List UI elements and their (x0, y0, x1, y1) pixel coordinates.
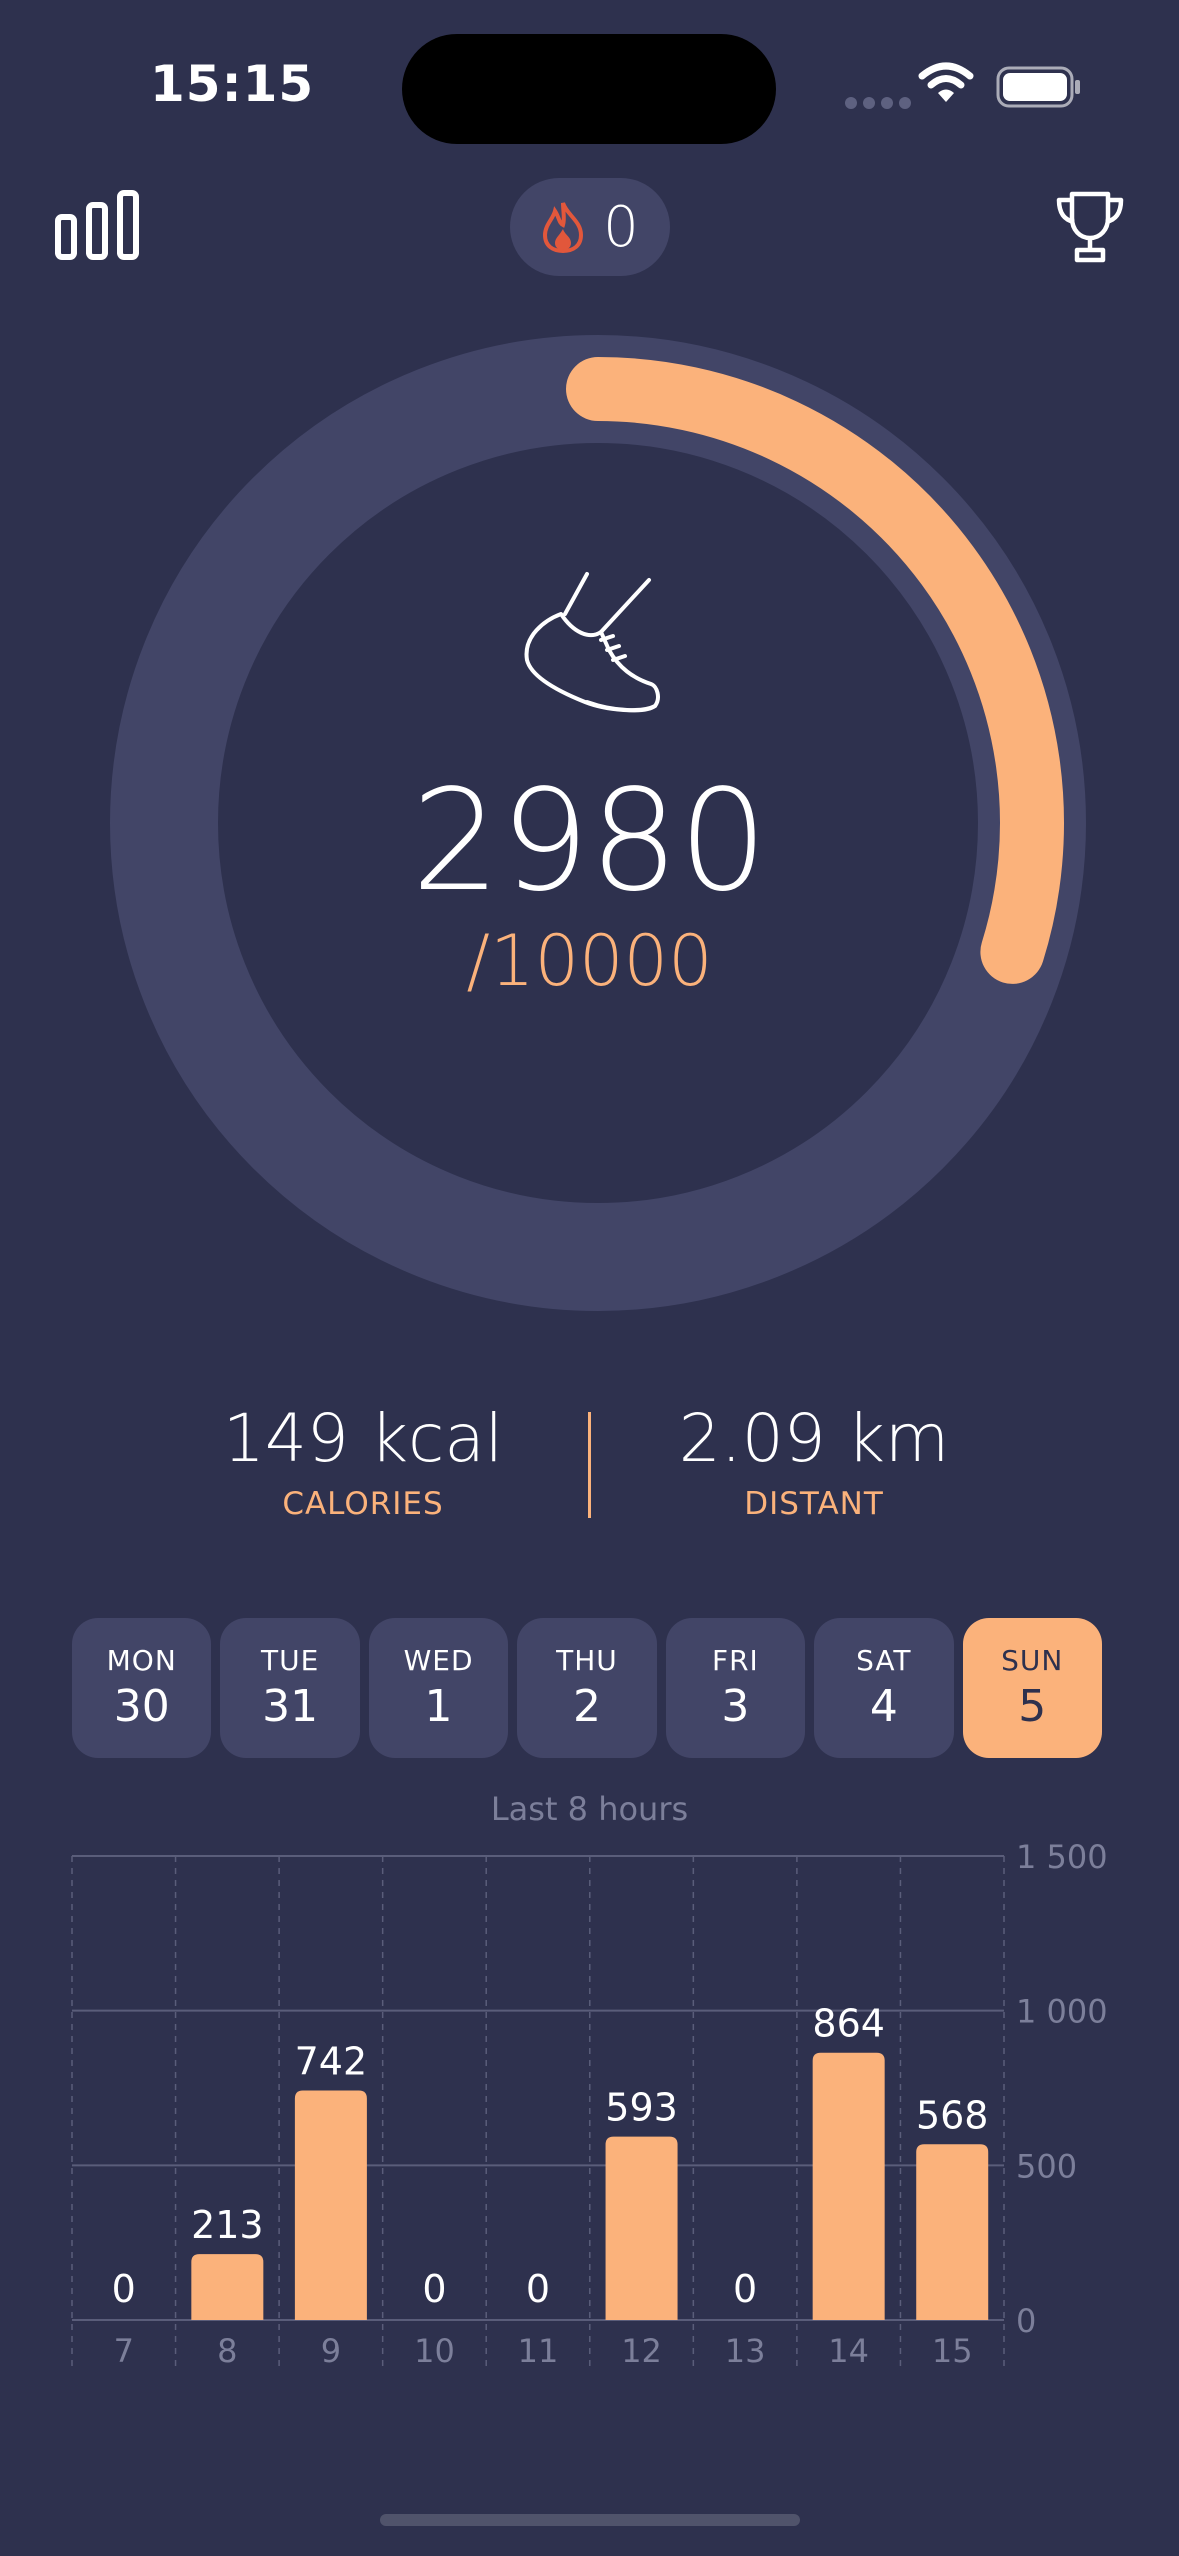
bar-value-label: 0 (422, 2267, 446, 2311)
x-tick-label: 9 (321, 2332, 341, 2370)
y-tick-label: 500 (1016, 2147, 1077, 2185)
x-tick-label: 14 (828, 2332, 869, 2370)
chart-bar (812, 2052, 885, 2320)
day-name: SAT (856, 1644, 912, 1677)
x-tick-label: 12 (621, 2332, 662, 2370)
chart-bar (191, 2254, 264, 2320)
day-tile-sun[interactable]: SUN 5 (962, 1618, 1102, 1758)
wifi-icon (918, 62, 974, 102)
day-tile-sat[interactable]: SAT 4 (814, 1618, 954, 1758)
home-indicator[interactable] (380, 2514, 800, 2526)
shoe-icon (524, 572, 660, 713)
chart-bar (294, 2090, 367, 2320)
day-tile-thu[interactable]: THU 2 (517, 1618, 657, 1758)
calories-label: CALORIES (282, 1486, 444, 1522)
bar-value-label: 213 (191, 2203, 264, 2247)
steps-goal: /10000 (466, 920, 713, 1002)
streak-count: 0 (603, 194, 639, 260)
y-tick-label: 0 (1016, 2302, 1036, 2340)
bar-value-label: 864 (812, 2002, 885, 2046)
bar-value-label: 0 (112, 2267, 136, 2311)
day-tile-mon[interactable]: MON 30 (72, 1618, 212, 1758)
day-name: THU (556, 1644, 618, 1677)
x-tick-label: 7 (114, 2332, 134, 2370)
stats-button[interactable] (55, 190, 139, 260)
x-tick-label: 15 (932, 2332, 973, 2370)
hourly-steps-chart: 0 500 1 000 1 500 0 7 213 8 742 9 0 10 0 11 593 12 0 13 86… (71, 1838, 1108, 2370)
chart-caption: Last 8 hours (490, 1790, 689, 1828)
y-tick-label: 1 000 (1016, 1993, 1108, 2031)
bar-value-label: 0 (733, 2267, 757, 2311)
day-number: 4 (869, 1681, 898, 1732)
day-name: WED (403, 1644, 474, 1677)
day-number: 2 (572, 1681, 601, 1732)
calories-value: 149 kcal (222, 1400, 504, 1477)
distance-label: DISTANT (744, 1486, 884, 1522)
status-time: 15:15 (150, 55, 315, 113)
day-number: 5 (1018, 1681, 1047, 1732)
battery-icon (996, 66, 1080, 108)
day-tile-fri[interactable]: FRI 3 (665, 1618, 806, 1758)
bar-value-label: 742 (295, 2039, 368, 2083)
x-tick-label: 11 (518, 2332, 559, 2370)
day-tile-wed[interactable]: WED 1 (368, 1618, 509, 1758)
day-number: 1 (424, 1681, 453, 1732)
distance-value: 2.09 km (678, 1400, 950, 1477)
flame-icon (543, 202, 584, 253)
chart-bar (605, 2136, 678, 2320)
bar-value-label: 568 (916, 2093, 989, 2137)
day-name: FRI (711, 1644, 759, 1677)
bar-chart-icon (55, 190, 139, 260)
x-tick-label: 13 (725, 2332, 766, 2370)
trophy-icon (1056, 191, 1124, 263)
dynamic-island (402, 34, 776, 144)
day-tile-tue[interactable]: TUE 31 (220, 1618, 360, 1758)
day-name: TUE (260, 1644, 320, 1677)
streak-badge[interactable]: 0 (510, 178, 670, 276)
day-name: MON (106, 1644, 177, 1677)
day-selector: MON 30 TUE 31 WED 1 THU 2 FRI 3 SAT 4 SUN 5 (72, 1618, 1102, 1758)
metric-divider (588, 1412, 591, 1518)
chart-bar (916, 2144, 989, 2320)
steps-count: 2980 (411, 760, 768, 923)
x-tick-label: 10 (414, 2332, 455, 2370)
x-tick-label: 8 (217, 2332, 237, 2370)
bar-value-label: 0 (526, 2267, 550, 2311)
y-tick-label: 1 500 (1016, 1838, 1108, 1876)
trophy-button[interactable] (1055, 190, 1125, 264)
day-number: 3 (721, 1681, 750, 1732)
bar-value-label: 593 (605, 2086, 678, 2130)
day-number: 30 (113, 1681, 170, 1732)
day-name: SUN (1001, 1644, 1064, 1677)
day-number: 31 (262, 1681, 319, 1732)
cellular-signal-icon (845, 94, 917, 113)
